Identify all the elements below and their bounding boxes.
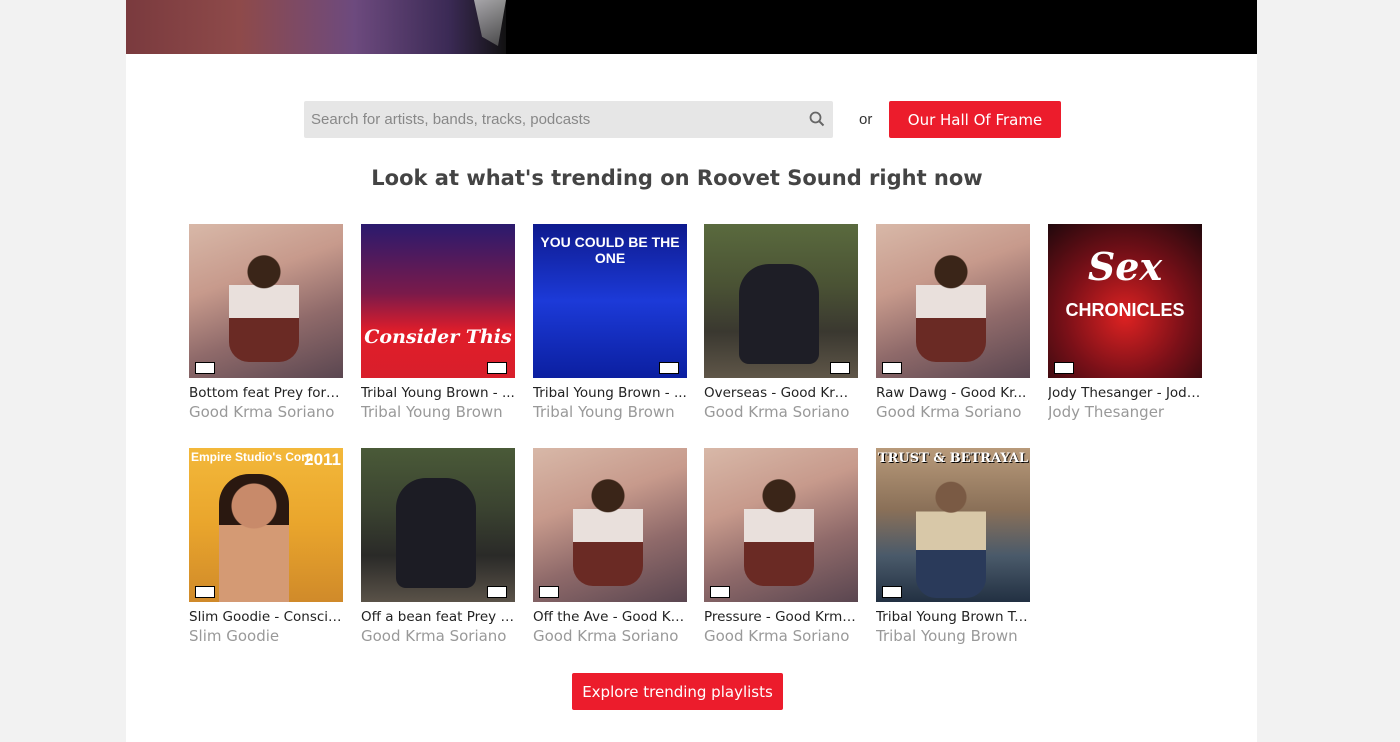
track-card[interactable]: Bottom feat Prey for C... Good Krma Soria…	[189, 224, 343, 421]
track-artist[interactable]: Good Krma Soriano	[361, 627, 515, 645]
track-card[interactable]: Sex CHRONICLES Jody Thesanger - Jody... Jod…	[1048, 224, 1202, 421]
page-heading: Look at what's trending on Roovet Sound …	[371, 166, 983, 190]
track-card[interactable]: Overseas - Good Krm... Good Krma Soriano	[704, 224, 858, 421]
track-cover[interactable]: Sex CHRONICLES	[1048, 224, 1202, 378]
search-input[interactable]	[304, 101, 794, 138]
track-card[interactable]: YOU COULD BE THE ONE Tribal Young Brown -…	[533, 224, 687, 421]
cover-figure	[219, 474, 289, 602]
cover-year: 2011	[304, 450, 341, 469]
cover-figure	[916, 478, 986, 598]
track-cover[interactable]	[704, 448, 858, 602]
track-title[interactable]: Off the Ave - Good Kr...	[533, 609, 687, 625]
track-artist[interactable]: Good Krma Soriano	[533, 627, 687, 645]
track-artist[interactable]: Slim Goodie	[189, 627, 343, 645]
parental-advisory-icon	[710, 586, 730, 598]
track-title[interactable]: Raw Dawg - Good Kr...	[876, 385, 1030, 401]
search-row: or Our Hall Of Frame	[304, 101, 1061, 138]
track-artist[interactable]: Tribal Young Brown	[533, 403, 687, 421]
track-card[interactable]: Off the Ave - Good Kr... Good Krma Sorian…	[533, 448, 687, 645]
track-title[interactable]: Pressure - Good Krma...	[704, 609, 858, 625]
track-artist[interactable]: Good Krma Soriano	[189, 403, 343, 421]
cover-title: Sex	[1087, 244, 1163, 289]
hero-image	[126, 0, 506, 54]
parental-advisory-icon	[882, 362, 902, 374]
track-artist[interactable]: Good Krma Soriano	[704, 627, 858, 645]
cover-figure	[739, 264, 819, 364]
track-cover[interactable]	[876, 224, 1030, 378]
track-title[interactable]: Bottom feat Prey for C...	[189, 385, 343, 401]
track-card[interactable]: Empire Studio's Corn 2011 Slim Goodie - Co…	[189, 448, 343, 645]
parental-advisory-icon	[195, 362, 215, 374]
track-artist[interactable]: Tribal Young Brown	[361, 403, 515, 421]
parental-advisory-icon	[659, 362, 679, 374]
track-card[interactable]: Consider This Tribal Young Brown - ... Tri…	[361, 224, 515, 421]
cover-subtitle: CHRONICLES	[1065, 300, 1185, 320]
cover-figure	[916, 252, 986, 362]
track-title[interactable]: Tribal Young Brown - ...	[533, 385, 687, 401]
track-artist[interactable]: Tribal Young Brown	[876, 627, 1030, 645]
track-title[interactable]: Jody Thesanger - Jody...	[1048, 385, 1202, 401]
track-card[interactable]: Pressure - Good Krma... Good Krma Soriano	[704, 448, 858, 645]
hero-banner	[126, 0, 1257, 54]
cover-figure	[573, 476, 643, 586]
cover-figure	[229, 252, 299, 362]
track-cover[interactable]	[361, 448, 515, 602]
hall-of-frame-button[interactable]: Our Hall Of Frame	[889, 101, 1061, 138]
track-artist[interactable]: Jody Thesanger	[1048, 403, 1202, 421]
track-artist[interactable]: Good Krma Soriano	[704, 403, 858, 421]
track-card[interactable]: Off a bean feat Prey fo... Good Krma Sori…	[361, 448, 515, 645]
cover-title: Consider This	[364, 326, 512, 348]
track-cover[interactable]: TRUST & BETRAYAL	[876, 448, 1030, 602]
track-cover[interactable]: Consider This	[361, 224, 515, 378]
explore-playlists-button[interactable]: Explore trending playlists	[572, 673, 783, 710]
track-title[interactable]: Tribal Young Brown - ...	[361, 385, 515, 401]
track-cover[interactable]	[189, 224, 343, 378]
cover-figure	[396, 478, 476, 588]
parental-advisory-icon	[539, 586, 559, 598]
parental-advisory-icon	[1054, 362, 1074, 374]
parental-advisory-icon	[487, 362, 507, 374]
cover-figure	[744, 476, 814, 586]
cover-title: TRUST & BETRAYAL	[877, 451, 1029, 466]
parental-advisory-icon	[487, 586, 507, 598]
track-title[interactable]: Overseas - Good Krm...	[704, 385, 858, 401]
parental-advisory-icon	[882, 586, 902, 598]
cover-title: YOU COULD BE THE ONE	[540, 234, 680, 266]
track-cover[interactable]	[704, 224, 858, 378]
search-box	[304, 101, 833, 138]
parental-advisory-icon	[830, 362, 850, 374]
track-cover[interactable]: Empire Studio's Corn 2011	[189, 448, 343, 602]
track-title[interactable]: Off a bean feat Prey fo...	[361, 609, 515, 625]
track-card[interactable]: Raw Dawg - Good Kr... Good Krma Soriano	[876, 224, 1030, 421]
track-title[interactable]: Slim Goodie - Conscie...	[189, 609, 343, 625]
parental-advisory-icon	[195, 586, 215, 598]
track-card[interactable]: TRUST & BETRAYAL Tribal Young Brown Tr...…	[876, 448, 1030, 645]
track-cover[interactable]	[533, 448, 687, 602]
page-container: or Our Hall Of Frame Look at what's tren…	[126, 0, 1257, 742]
track-cover[interactable]: YOU COULD BE THE ONE	[533, 224, 687, 378]
search-icon[interactable]	[809, 111, 825, 127]
track-artist[interactable]: Good Krma Soriano	[876, 403, 1030, 421]
or-separator: or	[859, 111, 873, 128]
track-title[interactable]: Tribal Young Brown Tr...	[876, 609, 1030, 625]
